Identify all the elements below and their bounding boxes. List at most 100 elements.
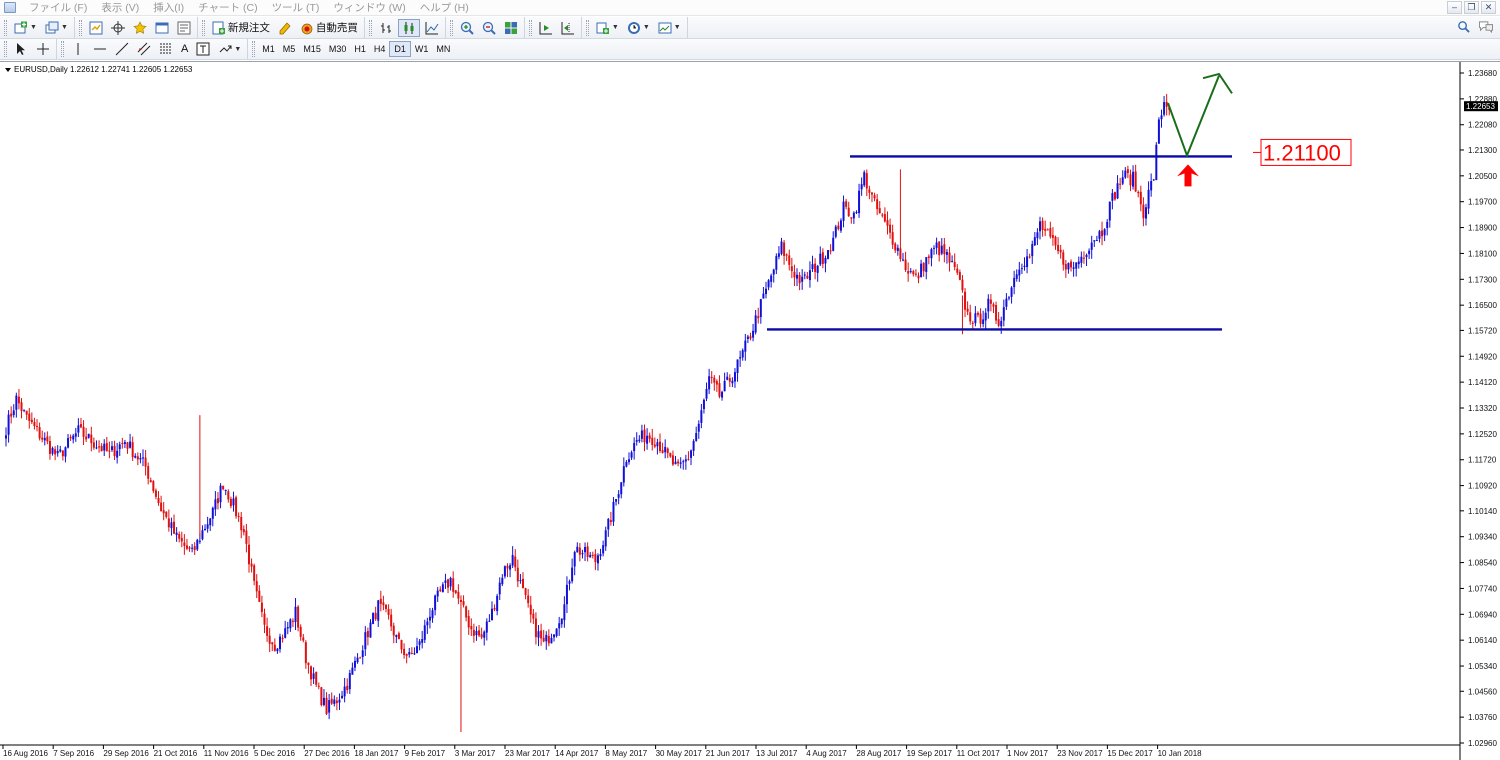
bar-chart-button[interactable] [376,19,396,37]
toolbar-grip[interactable] [201,19,205,36]
menu-tools[interactable]: ツール (T) [265,0,327,15]
navigator-button[interactable] [130,19,150,37]
chart-window[interactable]: 1.23680 1.22880 1.22080 1.21300 1.20500 1.197… [0,61,1500,760]
horizontal-line-button[interactable] [90,40,110,58]
timeframe-m5[interactable]: M5 [279,41,300,57]
toolbar-grip[interactable] [4,19,7,36]
timeframe-m15[interactable]: M15 [299,41,325,57]
candlestick-chart-button[interactable] [397,18,420,37]
toolbar-grip[interactable] [4,41,7,57]
candle-body [108,450,111,452]
zoom-in-button[interactable] [457,19,477,37]
new-chart-button[interactable]: ▼ [11,19,40,37]
templates-button[interactable]: ▼ [655,19,684,37]
candle-body [216,498,219,504]
candle-body [527,595,530,604]
price-tick-label: 1.18900 [1468,224,1497,233]
timeframe-m1[interactable]: M1 [258,41,279,57]
menu-window[interactable]: ウィンドウ (W) [326,0,412,15]
candle-body [211,507,214,519]
price-tick-label: 1.13320 [1468,404,1497,413]
menu-chart[interactable]: チャート (C) [191,0,264,15]
toolbar-grip[interactable] [449,19,453,36]
candle [361,645,364,665]
candle-body [237,516,240,518]
fibonacci-button[interactable] [156,40,176,58]
trendline-button[interactable] [112,40,132,58]
terminal-button[interactable] [152,19,172,37]
profiles-button[interactable]: ▼ [42,19,71,37]
candle [764,281,767,299]
candle [646,428,649,450]
candle [757,307,760,324]
channel-button[interactable] [134,40,154,58]
text-label-button[interactable] [193,40,213,58]
candle [408,647,411,658]
candle-body [1157,119,1160,144]
candle-body [240,516,243,531]
tile-windows-button[interactable] [501,19,521,37]
candle-body [938,241,941,256]
menu-file[interactable]: ファイル (F) [22,0,94,15]
candle [279,633,282,653]
candles [5,93,1171,733]
candle-body [46,436,49,442]
menu-view[interactable]: 表示 (V) [94,0,146,15]
toolbar-grip[interactable] [368,19,372,36]
candle [948,246,951,272]
indicators-button[interactable]: ▼ [593,19,622,37]
price-chart[interactable]: 1.236801.228801.220801.213001.205001.197… [0,62,1500,760]
timeframe-h4[interactable]: H4 [370,41,390,57]
periodicity-button[interactable]: ▼ [624,19,653,37]
vertical-line-button[interactable] [68,40,88,58]
price-tick-label: 1.22080 [1468,121,1497,130]
toolbar-grip[interactable] [78,19,82,36]
candle-body [87,433,90,438]
new-order-button[interactable]: 新規注文 [209,19,273,37]
restore-button[interactable]: ❐ [1464,1,1479,14]
timeframe-d1[interactable]: D1 [389,41,411,57]
chart-shift-button[interactable] [558,19,578,37]
auto-scroll-button[interactable] [536,19,556,37]
line-chart-button[interactable] [422,19,442,37]
price-tick-label: 1.19700 [1468,198,1497,207]
candle [59,445,62,453]
candle-body [356,657,359,663]
cursor-button[interactable] [11,40,31,58]
minimize-button[interactable]: – [1447,1,1462,14]
candle-body [524,588,527,596]
menu-help[interactable]: ヘルプ (H) [413,0,476,15]
candle [783,240,786,265]
chat-icon[interactable] [1478,20,1494,33]
candle-body [428,616,431,621]
candle-body [160,502,163,512]
strategy-tester-button[interactable] [174,19,194,37]
candle [718,375,721,399]
crosshair-button[interactable] [33,40,53,58]
auto-trading-button[interactable]: 自動売買 [297,19,361,37]
menu-insert[interactable]: 挿入(I) [146,0,191,15]
toolbar-grip[interactable] [585,19,589,36]
toolbar-grip[interactable] [252,41,256,57]
market-watch-button[interactable] [86,19,106,37]
timeframe-m30[interactable]: M30 [325,41,351,57]
candle-body [876,199,879,210]
toolbar-grip[interactable] [528,19,532,36]
candle [129,433,132,449]
close-button[interactable]: ✕ [1481,1,1496,14]
text-button[interactable]: A [178,40,191,58]
candle [201,525,204,541]
toolbar-grip[interactable] [61,41,64,57]
timeframe-w1[interactable]: W1 [411,41,433,57]
candle [715,379,718,393]
data-window-button[interactable] [108,19,128,37]
timeframe-h1[interactable]: H1 [350,41,370,57]
meta-editor-button[interactable] [275,19,295,37]
arrows-button[interactable]: ▼ [215,40,244,58]
candle-body [28,413,31,421]
timeframe-mn[interactable]: MN [432,41,454,57]
candle-body [235,497,238,517]
candle-body [519,580,522,582]
zoom-out-button[interactable] [479,19,499,37]
search-icon[interactable] [1457,20,1470,33]
